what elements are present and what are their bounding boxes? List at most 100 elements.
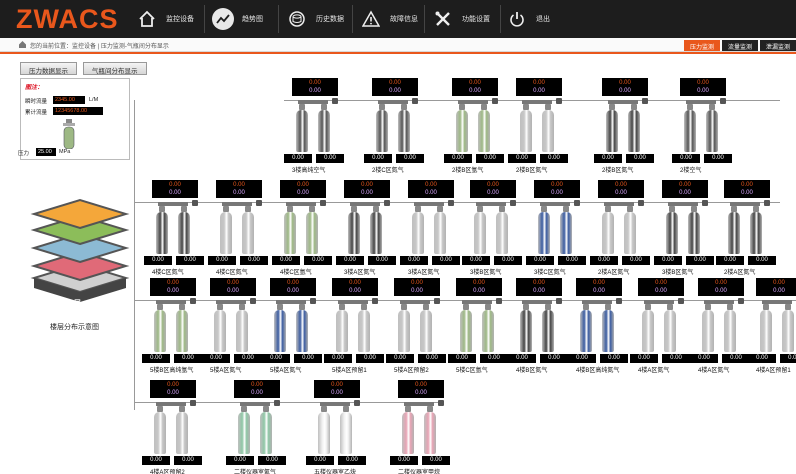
cylinder-map: 0.00 0.00 0.00 0.00 3楼高纯空气 0.00 0.00 0.00 0.00 2楼… [0,0,796,474]
gauge-icon [412,98,418,104]
cylinder-left-pressure: 0.00 [226,456,254,465]
station-name: 3楼B区氮气 [662,270,694,276]
station-readout: 0.00 0.00 [332,278,378,296]
cylinder-right-pressure: 0.00 [432,256,460,265]
gas-cylinder-icon [606,110,618,152]
gas-station[interactable]: 0.00 0.00 0.00 0.00 二楼仪器室氦气 [226,380,296,474]
gas-station[interactable]: 0.00 0.00 0.00 0.00 3楼B区氮气 [654,180,724,276]
gas-station[interactable]: 0.00 0.00 0.00 0.00 4楼B区高纯氮气 [568,278,638,374]
cylinder-valve-icon [731,206,737,212]
station-flow: 0.00 [425,190,437,196]
gas-cylinder-icon [336,310,348,352]
gas-station[interactable]: 0.00 0.00 0.00 0.00 3楼A区氮气 [336,180,406,276]
gas-station[interactable]: 0.00 0.00 0.00 0.00 2楼B区氮气 [594,78,664,174]
station-pressure: 0.00 [533,80,545,86]
cylinder-right-pressure: 0.00 [480,354,508,363]
gas-station[interactable]: 0.00 0.00 0.00 0.00 4楼A区预留2 [142,380,212,474]
station-name: 4楼C区氩气 [280,270,312,276]
cylinder-left-pressure: 0.00 [142,456,170,465]
cylinder-valve-icon [263,406,269,412]
gas-station[interactable]: 0.00 0.00 0.00 0.00 五楼仪器室乙炔 [306,380,376,474]
gas-station[interactable]: 0.00 0.00 0.00 0.00 2楼A区氮气 [716,180,786,276]
cylinder-left-pressure: 0.00 [630,354,658,363]
gas-station[interactable]: 0.00 0.00 0.00 0.00 4楼C区氮气 [208,180,278,276]
cylinder-valve-icon [753,206,759,212]
station-name: 5楼A区预留1 [332,368,367,374]
gauge-icon [574,200,580,206]
station-readout: 0.00 0.00 [394,278,440,296]
cylinder-valve-icon [609,104,615,110]
gas-station[interactable]: 0.00 0.00 0.00 0.00 3楼B区氮气 [462,180,532,276]
cylinder-valve-icon [159,206,165,212]
gas-station[interactable]: 0.00 0.00 0.00 0.00 2楼A区氮气 [590,180,660,276]
station-pressure: 0.00 [167,382,179,388]
cylinder-valve-icon [481,104,487,110]
gauge-icon [256,200,262,206]
gas-station[interactable]: 0.00 0.00 0.00 0.00 4楼C区氩气 [272,180,342,276]
gas-station[interactable]: 0.00 0.00 0.00 0.00 3楼A区氮气 [400,180,470,276]
gas-station[interactable]: 0.00 0.00 0.00 0.00 2楼B区氩气 [444,78,514,174]
gas-station[interactable]: 0.00 0.00 0.00 0.00 4楼A区预留1 [748,278,796,374]
gas-cylinder-icon [580,310,592,352]
station-name: 二楼仪器室氦气 [234,470,277,474]
gas-station[interactable]: 0.00 0.00 0.00 0.00 二楼仪器室甲烷 [390,380,460,474]
gas-cylinder-icon [376,110,388,152]
station-name: 3楼A区氮气 [408,270,440,276]
gas-cylinder-icon [154,310,166,352]
station-name: 4楼A区氮气 [638,368,670,374]
cylinder-valve-icon [277,304,283,310]
gauge-icon [310,298,316,304]
gas-cylinder-icon [370,212,382,254]
gas-station[interactable]: 0.00 0.00 0.00 0.00 3楼C区氮气 [526,180,596,276]
station-readout: 0.00 0.00 [344,180,390,198]
station-readout: 0.00 0.00 [234,380,280,398]
station-pressure: 0.00 [593,280,605,286]
cylinder-left-pressure: 0.00 [324,354,352,363]
station-readout: 0.00 0.00 [602,78,648,96]
station-pressure: 0.00 [697,80,709,86]
cylinder-right-pressure: 0.00 [748,256,776,265]
gauge-icon [738,298,744,304]
station-readout: 0.00 0.00 [408,180,454,198]
gauge-icon [678,298,684,304]
station-pressure: 0.00 [487,182,499,188]
gas-cylinder-icon [728,212,740,254]
station-readout: 0.00 0.00 [470,180,516,198]
station-readout: 0.00 0.00 [150,278,196,296]
cylinder-valve-icon [687,104,693,110]
station-pressure: 0.00 [411,280,423,286]
station-name: 2楼A区氮气 [724,270,756,276]
station-name: 5楼A区氮气 [210,368,242,374]
cylinder-valve-icon [605,206,611,212]
gas-cylinder-icon [782,310,794,352]
gas-station[interactable]: 0.00 0.00 0.00 0.00 2楼B区氮气 [508,78,578,174]
gas-station[interactable]: 0.00 0.00 0.00 0.00 3楼高纯空气 [284,78,354,174]
cylinder-valve-icon [691,206,697,212]
cylinder-left-pressure: 0.00 [590,256,618,265]
station-name: 2楼C区氮气 [372,168,404,174]
gas-station[interactable]: 0.00 0.00 0.00 0.00 2楼C区氮气 [364,78,434,174]
station-pressure: 0.00 [297,182,309,188]
gas-cylinder-icon [220,212,232,254]
gauge-icon [372,298,378,304]
station-readout: 0.00 0.00 [724,180,770,198]
station-readout: 0.00 0.00 [280,180,326,198]
cylinder-valve-icon [785,304,791,310]
cylinder-left-pressure: 0.00 [364,154,392,163]
gas-station[interactable]: 0.00 0.00 0.00 0.00 4楼C区氮气 [144,180,214,276]
gas-station[interactable]: 0.00 0.00 0.00 0.00 5楼A区预留1 [324,278,394,374]
cylinder-right-pressure: 0.00 [396,154,424,163]
cylinder-right-pressure: 0.00 [294,354,322,363]
cylinder-right-pressure: 0.00 [558,256,586,265]
station-name: 3楼B区氮气 [470,270,502,276]
gas-station[interactable]: 0.00 0.00 0.00 0.00 5楼A区氮气 [262,278,332,374]
cylinder-valve-icon [645,304,651,310]
gas-station[interactable]: 0.00 0.00 0.00 0.00 5楼A区预留2 [386,278,456,374]
cylinder-right-pressure: 0.00 [338,456,366,465]
gas-station[interactable]: 0.00 0.00 0.00 0.00 2楼空气 [672,78,742,174]
gas-cylinder-icon [760,310,772,352]
station-name: 5楼A区预留2 [394,368,429,374]
cylinder-valve-icon [523,104,529,110]
cylinder-valve-icon [401,304,407,310]
cylinder-left-pressure: 0.00 [262,354,290,363]
